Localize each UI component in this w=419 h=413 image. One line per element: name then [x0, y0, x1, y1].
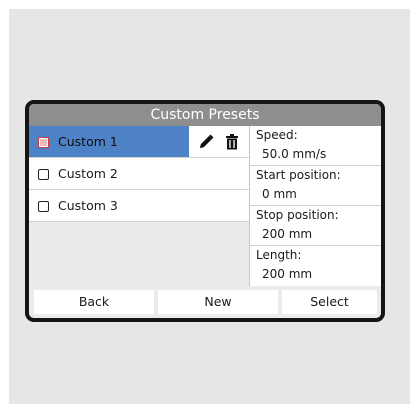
detail-start-position: Start position: 0 mm — [250, 166, 381, 206]
back-button[interactable]: Back — [34, 290, 154, 314]
page-title: Custom Presets — [29, 104, 381, 126]
checkbox-icon[interactable] — [38, 137, 49, 148]
new-button[interactable]: New — [158, 290, 278, 314]
detail-value: 50.0 mm/s — [262, 147, 327, 161]
detail-value: 0 mm — [262, 187, 297, 201]
preset-label: Custom 1 — [58, 134, 118, 149]
preset-details: Speed: 50.0 mm/s Start position: 0 mm St… — [250, 126, 381, 286]
preset-item-custom-3[interactable]: Custom 3 — [29, 190, 249, 222]
preset-tools — [189, 126, 249, 157]
preset-list: Custom 1 Custom 2 Custom 3 — [29, 126, 249, 286]
detail-value: 200 mm — [262, 227, 313, 241]
button-bar: Back New Select — [29, 286, 381, 318]
detail-stop-position: Stop position: 200 mm — [250, 206, 381, 246]
checkbox-icon[interactable] — [38, 201, 49, 212]
preset-item-custom-1[interactable]: Custom 1 — [29, 126, 249, 158]
detail-key: Start position: — [256, 168, 341, 182]
preset-label: Custom 3 — [58, 198, 118, 213]
preset-item-custom-2[interactable]: Custom 2 — [29, 158, 249, 190]
device-bezel: Custom Presets Custom 1 Custom 2 Custom … — [25, 100, 385, 322]
detail-value: 200 mm — [262, 267, 313, 281]
select-button[interactable]: Select — [282, 290, 377, 314]
detail-key: Stop position: — [256, 208, 339, 222]
detail-key: Speed: — [256, 128, 298, 142]
checkbox-icon[interactable] — [38, 169, 49, 180]
pencil-icon[interactable] — [196, 132, 216, 152]
detail-key: Length: — [256, 248, 302, 262]
detail-speed: Speed: 50.0 mm/s — [250, 126, 381, 166]
screen: Custom Presets Custom 1 Custom 2 Custom … — [29, 104, 381, 318]
detail-length: Length: 200 mm — [250, 246, 381, 286]
preset-label: Custom 2 — [58, 166, 118, 181]
trash-icon[interactable] — [222, 132, 242, 152]
